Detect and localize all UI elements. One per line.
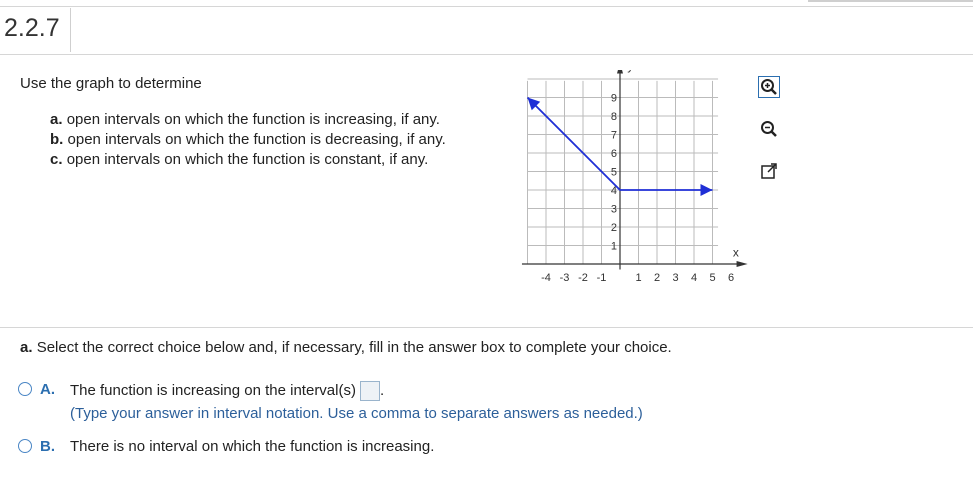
popout-button[interactable]	[758, 160, 780, 182]
top-rule	[0, 6, 973, 7]
x-tick-label: -2	[578, 272, 588, 284]
top-rule-accent	[808, 0, 973, 2]
x-tick-label: -1	[597, 272, 607, 284]
x-tick-label: 1	[635, 272, 641, 284]
graph-grid	[527, 78, 719, 264]
problem-parts: a. open intervals on which the function …	[50, 110, 446, 170]
question-divider	[0, 327, 973, 328]
choice-a-letter: A.	[40, 381, 55, 398]
function-graph: xy -4-3-2-1123456123456789	[500, 59, 750, 305]
zoom-out-button[interactable]	[758, 118, 780, 140]
y-tick-label: 7	[611, 130, 617, 142]
section-number: 2.2.7	[4, 14, 60, 42]
y-tick-label: 2	[611, 222, 617, 234]
choice-a-content: The function is increasing on the interv…	[70, 381, 643, 422]
x-tick-label: 4	[691, 272, 697, 284]
radio-choice-b[interactable]	[18, 439, 32, 453]
y-tick-label: 1	[611, 241, 617, 253]
problem-prompt: Use the graph to determine	[20, 75, 202, 92]
part-b: b. open intervals on which the function …	[50, 131, 446, 148]
zoom-in-button[interactable]	[758, 76, 780, 98]
x-axis-label: x	[733, 246, 739, 260]
choice-a-hint: (Type your answer in interval notation. …	[70, 405, 643, 422]
x-tick-label: -3	[560, 272, 570, 284]
x-tick-label: 2	[654, 272, 660, 284]
choice-a-text: The function is increasing on the interv…	[70, 381, 356, 399]
y-tick-label: 6	[611, 148, 617, 160]
radio-choice-a[interactable]	[18, 382, 32, 396]
zoom-out-icon	[761, 121, 777, 137]
question-text: a. Select the correct choice below and, …	[20, 339, 672, 356]
y-axis-label: y	[627, 70, 633, 73]
x-axis-arrow	[736, 261, 748, 267]
x-tick-label: 3	[672, 272, 678, 284]
y-tick-label: 3	[611, 204, 617, 216]
graph-svg: xy -4-3-2-1123456123456789	[521, 59, 748, 284]
curve-arrow-right	[700, 184, 713, 196]
zoom-in-icon	[761, 79, 777, 95]
graph-tools	[758, 76, 780, 202]
x-tick-label: -4	[541, 272, 551, 284]
x-tick-label: 5	[709, 272, 715, 284]
header-divider	[0, 54, 973, 55]
choice-b-text: There is no interval on which the functi…	[70, 438, 435, 455]
interval-answer-box[interactable]	[359, 381, 380, 401]
choice-a[interactable]: A. The function is increasing on the int…	[18, 381, 643, 422]
x-tick-label: 6	[728, 272, 734, 284]
y-tick-label: 9	[611, 93, 617, 105]
choice-b[interactable]: B. There is no interval on which the fun…	[18, 438, 434, 455]
y-tick-label: 8	[611, 111, 617, 123]
popout-icon	[761, 163, 777, 179]
section-divider	[70, 8, 71, 52]
y-tick-label: 5	[611, 167, 617, 179]
choice-b-letter: B.	[40, 438, 55, 455]
part-a: a. open intervals on which the function …	[50, 111, 440, 128]
part-c: c. open intervals on which the function …	[50, 151, 429, 168]
y-axis-arrow	[617, 62, 623, 74]
graph-axes: xy	[521, 59, 748, 270]
